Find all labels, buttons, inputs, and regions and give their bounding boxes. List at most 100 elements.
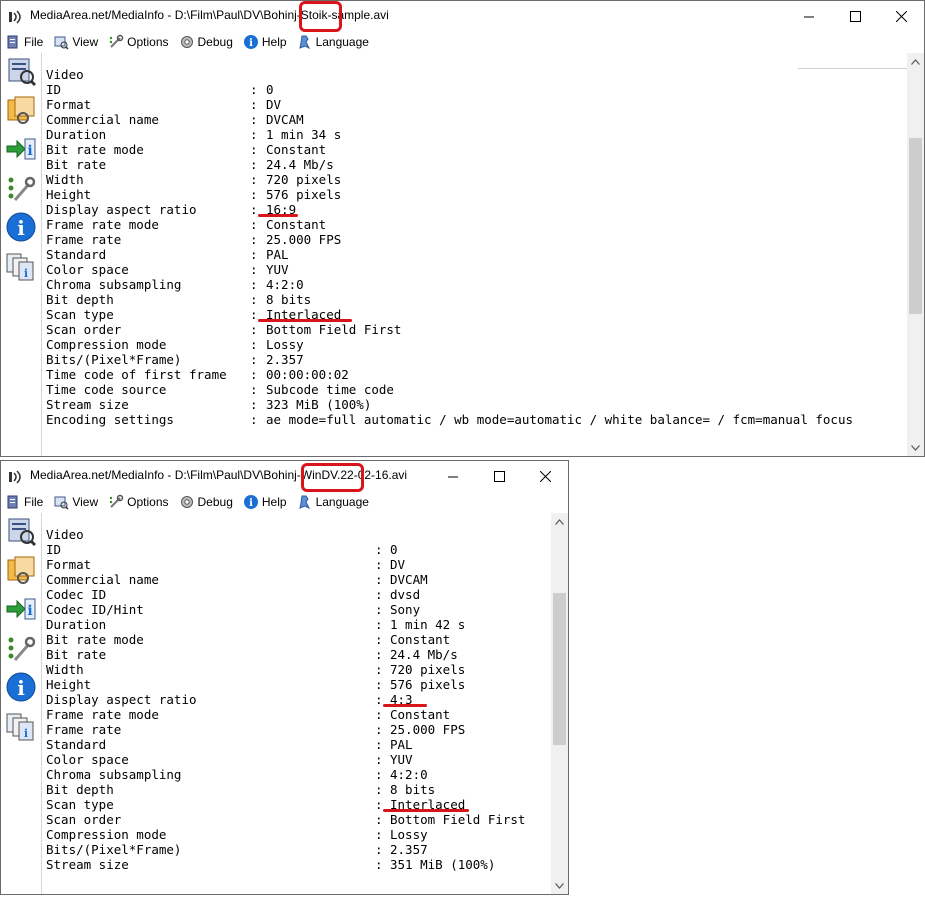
scroll-thumb[interactable] bbox=[909, 138, 922, 314]
menu-options[interactable]: Options bbox=[104, 491, 174, 513]
info-row: Bits/(Pixel*Frame):2.357 bbox=[46, 352, 304, 367]
info-row: Scan order: Bottom Field First bbox=[46, 812, 525, 827]
menu-options[interactable]: Options bbox=[104, 31, 174, 53]
about-icon[interactable]: i bbox=[5, 671, 37, 703]
field-separator: : bbox=[375, 677, 383, 692]
language-icon bbox=[298, 495, 310, 510]
field-value: 24.4 Mb/s bbox=[390, 647, 458, 662]
scroll-up-button[interactable] bbox=[907, 53, 924, 70]
info-row: Bit depth:8 bits bbox=[46, 782, 435, 797]
field-value: 0 bbox=[266, 82, 274, 97]
info-row: Frame rate:25.000 FPS bbox=[46, 722, 465, 737]
info-row: Width:720 pixels bbox=[46, 172, 341, 187]
field-name: Bit rate bbox=[46, 157, 107, 172]
svg-text:i: i bbox=[17, 216, 25, 240]
menu-view[interactable]: View bbox=[49, 491, 104, 513]
minimize-button[interactable] bbox=[786, 1, 832, 31]
menu-language[interactable]: Language bbox=[293, 31, 375, 53]
info-row: Standard: PAL bbox=[46, 247, 289, 262]
info-row: Compression mode: Lossy bbox=[46, 827, 428, 842]
options-icon bbox=[109, 34, 124, 48]
minimize-icon bbox=[803, 16, 814, 17]
easy-view-icon[interactable] bbox=[5, 55, 37, 87]
settings-icon[interactable] bbox=[5, 172, 37, 204]
field-separator: : bbox=[250, 307, 258, 322]
scroll-up-button[interactable] bbox=[551, 513, 568, 530]
menu-debug-label: Debug bbox=[197, 495, 233, 509]
scroll-thumb[interactable] bbox=[553, 593, 566, 745]
field-name: ID bbox=[46, 82, 62, 97]
field-name: Bit depth bbox=[46, 782, 114, 797]
field-separator: : bbox=[250, 277, 258, 292]
close-button[interactable] bbox=[522, 461, 568, 491]
field-name: Bit rate bbox=[46, 647, 107, 662]
menu-help[interactable]: i Help bbox=[239, 491, 293, 513]
field-value: YUV bbox=[390, 752, 413, 767]
maximize-button[interactable] bbox=[832, 1, 878, 31]
menu-file[interactable]: File bbox=[1, 491, 49, 513]
view-icon bbox=[54, 496, 69, 510]
field-name: Bit rate mode bbox=[46, 142, 144, 157]
field-separator: : bbox=[375, 692, 383, 707]
field-separator: : bbox=[250, 262, 258, 277]
svg-text:i: i bbox=[27, 603, 32, 619]
sheet-view-icon[interactable] bbox=[5, 554, 37, 586]
info-row: Scan type: Interlaced bbox=[46, 797, 465, 812]
menu-debug[interactable]: Debug bbox=[175, 491, 239, 513]
title-bar[interactable]: MediaArea.net/MediaInfo - D:\Film\Paul\D… bbox=[1, 461, 568, 491]
info-rows: Video ID:0 Format: DV Commercial name: DVCAM C… bbox=[46, 527, 525, 872]
info-text-panel[interactable]: Video ID:0 Format: DV Commercial name: DVCAM D… bbox=[41, 53, 918, 456]
field-value: YUV bbox=[266, 262, 289, 277]
content-area: i i i Video ID:0 Format: DV Commercial name:… bbox=[1, 53, 924, 456]
field-separator: : bbox=[250, 82, 258, 97]
help-icon: i bbox=[243, 495, 258, 509]
field-value: 24.4 Mb/s bbox=[266, 157, 334, 172]
menu-language[interactable]: Language bbox=[293, 491, 375, 513]
settings-icon[interactable] bbox=[5, 632, 37, 664]
export-icon[interactable]: i bbox=[5, 133, 37, 165]
menu-help[interactable]: i Help bbox=[239, 31, 293, 53]
close-button[interactable] bbox=[878, 1, 924, 31]
field-name: Compression mode bbox=[46, 337, 167, 352]
info-row: Frame rate mode: Constant bbox=[46, 707, 450, 722]
easy-view-icon[interactable] bbox=[5, 515, 37, 547]
compare-icon[interactable]: i bbox=[5, 710, 37, 742]
maximize-button[interactable] bbox=[476, 461, 522, 491]
menu-file[interactable]: File bbox=[1, 31, 49, 53]
chevron-down-icon bbox=[911, 444, 920, 451]
field-value: 576 pixels bbox=[390, 677, 466, 692]
field-name: Width bbox=[46, 172, 84, 187]
minimize-button[interactable] bbox=[430, 461, 476, 491]
info-row: Duration:1 min 34 s bbox=[46, 127, 341, 142]
vertical-scrollbar[interactable] bbox=[907, 53, 924, 456]
chevron-up-icon bbox=[911, 58, 920, 65]
info-text-panel[interactable]: Video ID:0 Format: DV Commercial name: DVCAM C… bbox=[41, 513, 551, 894]
field-name: Frame rate mode bbox=[46, 217, 159, 232]
maximize-icon bbox=[849, 10, 861, 22]
info-row: Standard: PAL bbox=[46, 737, 413, 752]
field-name: Encoding settings bbox=[46, 412, 174, 427]
export-icon[interactable]: i bbox=[5, 593, 37, 625]
field-separator: : bbox=[250, 127, 258, 142]
vertical-scrollbar[interactable] bbox=[551, 513, 568, 894]
field-separator: : bbox=[375, 842, 383, 857]
about-icon[interactable]: i bbox=[5, 211, 37, 243]
field-separator: : bbox=[375, 797, 383, 812]
info-row: Commercial name: DVCAM bbox=[46, 112, 304, 127]
info-row: Color space: YUV bbox=[46, 752, 413, 767]
info-row: Stream size:323 MiB (100%) bbox=[46, 397, 371, 412]
menu-view[interactable]: View bbox=[49, 31, 104, 53]
info-row: Compression mode: Lossy bbox=[46, 337, 304, 352]
field-name: Scan order bbox=[46, 812, 122, 827]
scroll-down-button[interactable] bbox=[551, 877, 568, 894]
field-name: Compression mode bbox=[46, 827, 167, 842]
info-row: Codec ID: dvsd bbox=[46, 587, 420, 602]
scroll-down-button[interactable] bbox=[907, 439, 924, 456]
menu-debug[interactable]: Debug bbox=[175, 31, 239, 53]
compare-icon[interactable]: i bbox=[5, 250, 37, 282]
title-bar[interactable]: MediaArea.net/MediaInfo - D:\Film\Paul\D… bbox=[1, 1, 924, 31]
help-icon: i bbox=[243, 35, 258, 49]
sheet-view-icon[interactable] bbox=[5, 94, 37, 126]
info-row: Bit rate:24.4 Mb/s bbox=[46, 157, 334, 172]
content-area: i i i Video ID:0 Format: DV Commercial name:… bbox=[1, 513, 568, 894]
